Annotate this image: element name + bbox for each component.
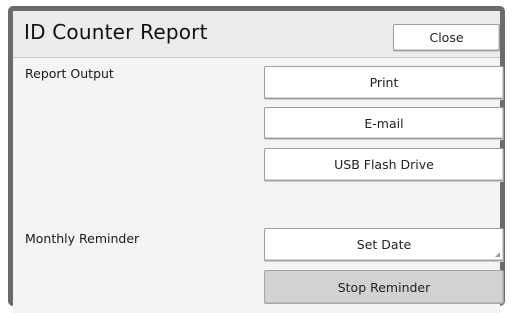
id-counter-report-dialog: ID Counter Report Close Report Output Pr… xyxy=(13,11,504,313)
submenu-corner-icon xyxy=(495,252,500,257)
set-date-label: Set Date xyxy=(356,237,412,252)
usb-flash-drive-button[interactable]: USB Flash Drive xyxy=(264,148,504,181)
print-button[interactable]: Print xyxy=(264,66,504,99)
set-date-button[interactable]: Set Date xyxy=(264,228,504,261)
email-button[interactable]: E-mail xyxy=(264,107,504,139)
report-output-label: Report Output xyxy=(25,66,114,81)
dialog-header: ID Counter Report Close xyxy=(13,11,500,58)
close-button[interactable]: Close xyxy=(393,24,500,51)
monthly-reminder-label: Monthly Reminder xyxy=(25,231,140,246)
stop-reminder-button[interactable]: Stop Reminder xyxy=(264,270,504,304)
dialog-title: ID Counter Report xyxy=(24,20,208,44)
